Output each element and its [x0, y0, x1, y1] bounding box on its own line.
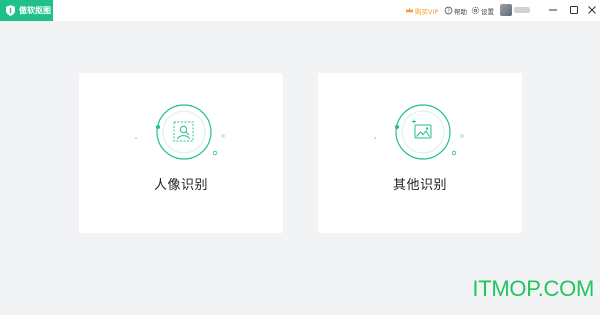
svg-text:?: ? [447, 8, 450, 14]
title-bar: 傲软抠图 购买VIP ? 帮助 设置 [0, 0, 600, 21]
minimize-icon[interactable] [547, 4, 559, 16]
maximize-icon[interactable] [568, 4, 580, 16]
gear-icon [471, 6, 480, 15]
app-logo: 傲软抠图 [0, 0, 53, 21]
settings-label: 设置 [481, 7, 494, 16]
image-scan-icon [374, 104, 464, 160]
portrait-recognition-label: 人像识别 [153, 178, 208, 193]
portrait-recognition-card[interactable]: 人像识别 [79, 73, 283, 233]
crown-icon [405, 7, 414, 13]
user-avatar[interactable] [500, 4, 512, 16]
watermark: ITMOP.COM [472, 276, 594, 301]
help-button[interactable]: ? 帮助 [444, 0, 467, 21]
other-recognition-label: 其他识别 [392, 178, 447, 193]
close-icon[interactable] [586, 4, 598, 16]
portrait-scan-icon [135, 104, 225, 160]
other-recognition-card[interactable]: 其他识别 [318, 73, 522, 233]
user-name-blurred[interactable] [514, 7, 530, 13]
shield-icon [6, 5, 15, 16]
buy-vip-label: 购买VIP [415, 7, 439, 16]
settings-button[interactable]: 设置 [471, 0, 494, 21]
help-label: 帮助 [454, 7, 467, 16]
app-name: 傲软抠图 [19, 6, 51, 15]
help-icon: ? [444, 6, 453, 15]
buy-vip-button[interactable]: 购买VIP [405, 0, 438, 21]
